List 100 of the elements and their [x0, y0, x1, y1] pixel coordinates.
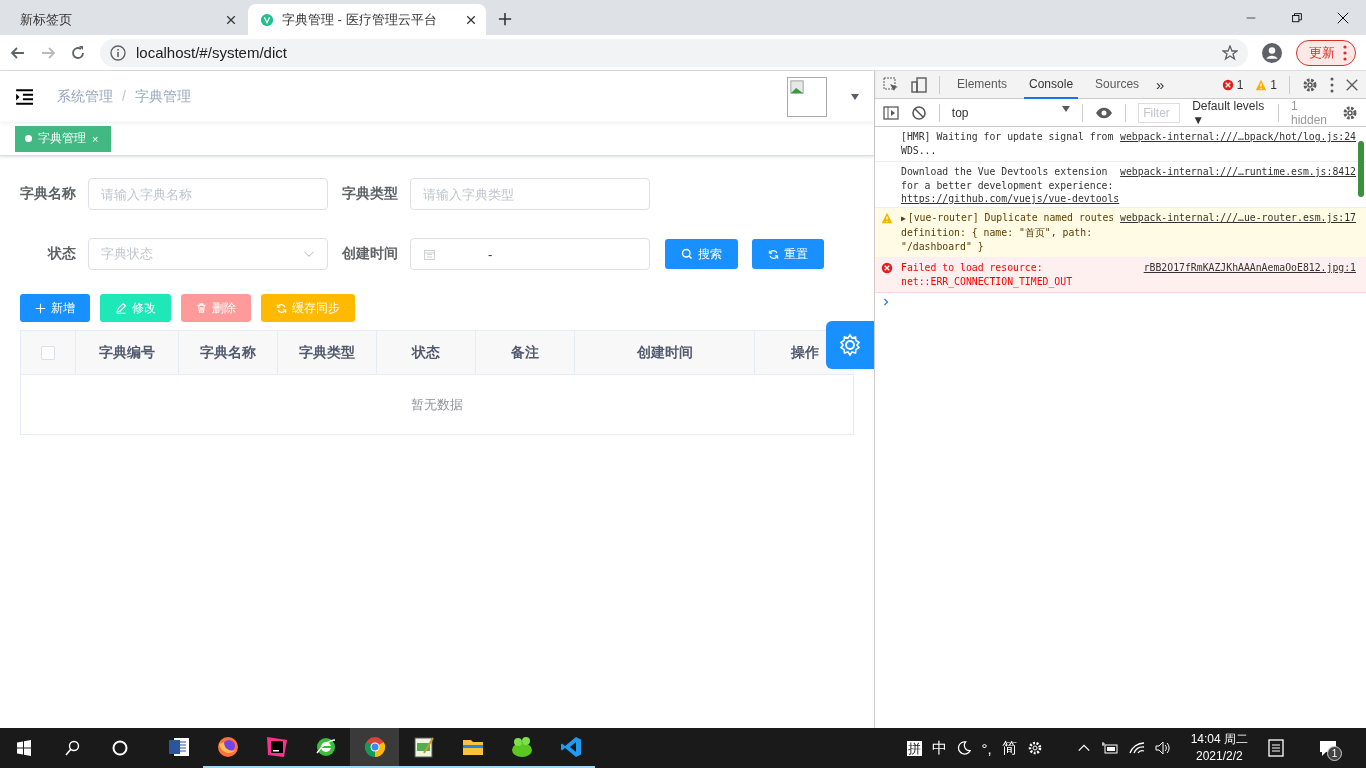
- ime-mode[interactable]: 拼: [907, 740, 923, 756]
- plus-icon[interactable]: [498, 12, 512, 26]
- scrollbar[interactable]: [1358, 141, 1364, 197]
- search-icon: [681, 248, 693, 260]
- globe-icon: [313, 735, 338, 759]
- ime-mode[interactable]: 中: [932, 738, 948, 758]
- breadcrumb-item: 字典管理: [134, 87, 191, 106]
- clear-icon[interactable]: [911, 104, 927, 121]
- wifi-icon[interactable]: [1128, 741, 1145, 755]
- info-icon: [110, 44, 126, 61]
- menu-icon[interactable]: [15, 87, 33, 106]
- error-icon: [1221, 78, 1234, 91]
- text-field[interactable]: 请输入字典类型: [410, 178, 650, 210]
- ime-mode[interactable]: 简: [1001, 738, 1017, 758]
- back-icon[interactable]: [10, 44, 26, 61]
- warning-icon: [1255, 78, 1268, 91]
- inspect-icon[interactable]: [883, 76, 899, 93]
- devtools-tab[interactable]: Sources: [1090, 71, 1145, 99]
- source-link[interactable]: rBB2O17fRmKAZJKhAAAnAemaOoE812.jpg:1: [1143, 261, 1356, 289]
- more-tabs[interactable]: »: [1156, 76, 1165, 93]
- leaf-icon: [260, 12, 274, 27]
- frog-icon: [509, 735, 534, 759]
- moon-icon: [957, 741, 972, 755]
- error-count[interactable]: 1: [1236, 77, 1244, 92]
- warning-count[interactable]: 1: [1270, 77, 1277, 92]
- text-field[interactable]: 请输入字典名称: [88, 178, 328, 210]
- column-header: 创建时间: [636, 343, 693, 362]
- battery-icon[interactable]: [1100, 741, 1119, 755]
- profile-icon[interactable]: [1262, 42, 1282, 63]
- windows-icon[interactable]: [16, 740, 32, 756]
- filter-field[interactable]: Filter: [1138, 102, 1181, 123]
- volume-icon[interactable]: [1154, 741, 1171, 755]
- trash-icon: [196, 302, 207, 314]
- levels-dropdown[interactable]: Default levels ▼: [1192, 98, 1267, 127]
- clock[interactable]: 14:04 周二 2021/2/2: [1180, 731, 1258, 765]
- error-icon: [881, 262, 893, 274]
- breadcrumb-separator: /: [122, 87, 126, 106]
- context-select[interactable]: top: [951, 105, 1071, 120]
- field-label: 创建时间: [341, 245, 399, 263]
- close-icon[interactable]: [226, 14, 236, 25]
- column-header: 操作: [790, 343, 819, 362]
- devtools-tab[interactable]: Elements: [952, 71, 1013, 99]
- caret-down-icon[interactable]: [851, 93, 859, 100]
- browser-icon: [362, 735, 387, 759]
- notification-badge: 1: [1327, 746, 1342, 761]
- ide-icon: [264, 735, 289, 759]
- address-bar[interactable]: localhost/#/system/dict: [100, 38, 1248, 67]
- field-label: 字典名称: [20, 185, 77, 203]
- column-header: 字典编号: [99, 343, 155, 362]
- message-text: Failed to load resource: net::ERR_CONNECTION_TIMED_OUT: [901, 261, 1074, 289]
- source-link[interactable]: webpack-internal:///…bpack/hot/log.js:24: [1120, 130, 1356, 158]
- browser-tab[interactable]: 新标签页: [8, 4, 246, 35]
- column-header: 状态: [412, 343, 440, 362]
- kebab-icon: [1343, 44, 1347, 61]
- checkbox[interactable]: [41, 345, 55, 360]
- ime-mode[interactable]: °,: [981, 739, 992, 757]
- search-icon[interactable]: [64, 740, 80, 756]
- fox-icon: [215, 735, 240, 759]
- sidebar-icon[interactable]: [883, 104, 899, 121]
- notepad-icon: [411, 735, 436, 759]
- message-text: Download the Vue Devtools extension for a better development experience:: [901, 165, 1115, 193]
- prompt-icon: [883, 297, 891, 307]
- close-icon[interactable]: [1337, 11, 1349, 24]
- restore-icon[interactable]: [1292, 12, 1302, 23]
- document-icon: [166, 735, 191, 759]
- taskbar-app[interactable]: [350, 728, 399, 768]
- close-icon[interactable]: [1346, 78, 1358, 91]
- close-icon[interactable]: [466, 14, 476, 25]
- update-button[interactable]: 更新: [1296, 39, 1356, 66]
- warning-icon: [881, 212, 893, 224]
- circle-icon[interactable]: [112, 740, 128, 756]
- image-icon: [790, 79, 804, 94]
- settings-icon[interactable]: [1302, 76, 1318, 93]
- field-label: 字典类型: [341, 185, 399, 203]
- empty-text: 暂无数据: [411, 395, 463, 414]
- star-icon[interactable]: [1222, 44, 1238, 61]
- expand-arrow[interactable]: ▶: [901, 214, 906, 223]
- message-link[interactable]: https://github.com/vuejs/vue-devtools: [901, 193, 1117, 204]
- settings-icon[interactable]: [1342, 104, 1358, 121]
- notes-icon[interactable]: [1268, 739, 1284, 757]
- refresh-icon: [768, 248, 779, 260]
- range-separator: -: [487, 246, 494, 262]
- browser-tab[interactable]: 字典管理 - 医疗管理云平台: [248, 4, 486, 35]
- settings-button[interactable]: [826, 321, 874, 369]
- kebab-icon[interactable]: [1330, 76, 1334, 93]
- source-link[interactable]: webpack-internal:///…runtime.esm.js:8412: [1120, 165, 1356, 204]
- calendar-icon: [423, 247, 436, 261]
- field-label: 状态: [46, 245, 77, 263]
- code-editor-icon: [558, 735, 583, 759]
- message-text: [HMR] Waiting for update signal from WDS...: [901, 130, 1115, 158]
- settings-icon[interactable]: [1026, 740, 1043, 756]
- source-link[interactable]: webpack-internal:///…ue-router.esm.js:17: [1120, 211, 1356, 254]
- device-icon[interactable]: [911, 76, 927, 93]
- column-header: 备注: [511, 343, 539, 362]
- message-text: ▶ [vue-router] Duplicate named routes definition: { name: "首页", path: "/dashboard" }: [901, 211, 1116, 254]
- eye-icon[interactable]: [1095, 106, 1114, 119]
- caret-down-icon: [1062, 105, 1071, 112]
- reload-icon[interactable]: [70, 44, 86, 61]
- date-range-field[interactable]: -: [410, 238, 650, 270]
- hidden-count: 1 hidden: [1290, 98, 1328, 127]
